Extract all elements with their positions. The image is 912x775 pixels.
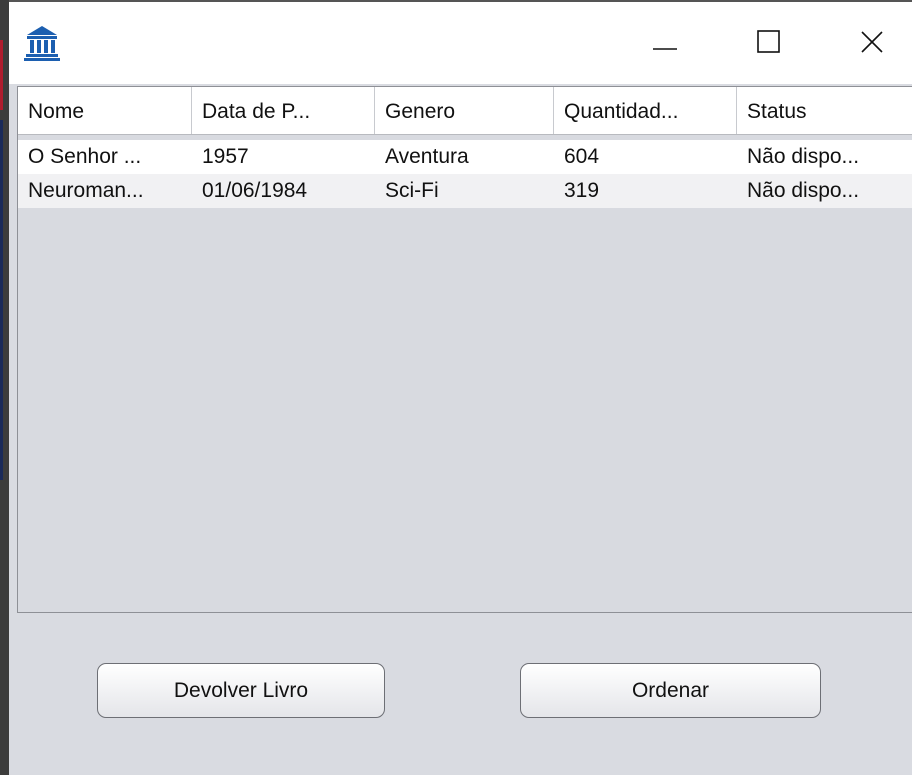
maximize-icon <box>756 29 782 60</box>
minimize-icon <box>652 29 678 60</box>
column-header-quantidade[interactable]: Quantidad... <box>554 87 737 134</box>
close-icon <box>859 29 885 60</box>
minimize-button[interactable] <box>635 20 695 68</box>
maximize-button[interactable] <box>739 20 799 68</box>
cell-data[interactable]: 1957 <box>192 140 375 174</box>
background-window-accent <box>0 120 3 480</box>
cell-quantidade[interactable]: 319 <box>554 174 737 208</box>
cell-data[interactable]: 01/06/1984 <box>192 174 375 208</box>
title-bar <box>9 0 912 84</box>
cell-nome[interactable]: Neuroman... <box>18 174 192 208</box>
column-header-genero[interactable]: Genero <box>375 87 554 134</box>
table-header: Nome Data de P... Genero Quantidad... St… <box>18 87 912 135</box>
cell-nome[interactable]: O Senhor ... <box>18 140 192 174</box>
cell-status[interactable]: Não dispo... <box>737 174 912 208</box>
cell-genero[interactable]: Sci-Fi <box>375 174 554 208</box>
cell-status[interactable]: Não dispo... <box>737 140 912 174</box>
column-header-status[interactable]: Status <box>737 87 912 134</box>
cell-genero[interactable]: Aventura <box>375 140 554 174</box>
column-header-data[interactable]: Data de P... <box>192 87 375 134</box>
table-row[interactable]: O Senhor ... 1957 Aventura 604 Não dispo… <box>18 140 912 174</box>
column-header-nome[interactable]: Nome <box>18 87 192 134</box>
books-table[interactable]: Nome Data de P... Genero Quantidad... St… <box>17 86 912 613</box>
table-row[interactable]: Neuroman... 01/06/1984 Sci-Fi 319 Não di… <box>18 174 912 208</box>
sort-button[interactable]: Ordenar <box>520 663 821 718</box>
bank-building-icon <box>24 22 60 62</box>
return-book-button[interactable]: Devolver Livro <box>97 663 385 718</box>
cell-quantidade[interactable]: 604 <box>554 140 737 174</box>
close-button[interactable] <box>842 20 902 68</box>
background-window-accent <box>0 40 3 110</box>
app-window: Nome Data de P... Genero Quantidad... St… <box>9 0 912 775</box>
background-window-edge <box>0 0 9 775</box>
